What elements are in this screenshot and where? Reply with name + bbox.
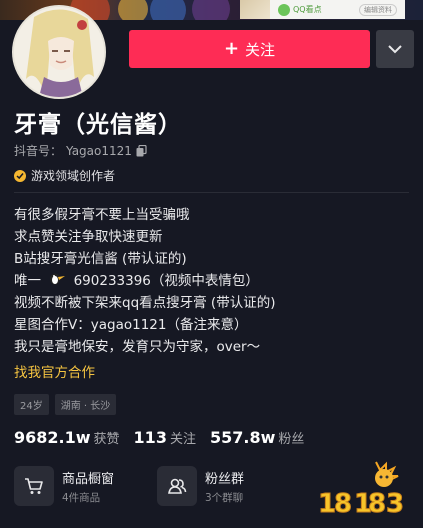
- stat-number: 557.8w: [209, 428, 276, 447]
- stat-following[interactable]: 113 关注: [134, 428, 196, 447]
- ad-brand: QQ看点: [293, 5, 322, 14]
- bio: 有很多假牙膏不要上当受骗哦 求点赞关注争取快速更新 B站搜牙膏光信酱 (带认证的…: [14, 204, 414, 358]
- creator-badge[interactable]: 游戏领域创作者: [14, 167, 115, 184]
- qq-logo-icon: [278, 3, 290, 16]
- bio-line: 星图合作V：yagao1121（备注来意）: [14, 317, 248, 333]
- bio-line: 视频不断被下架来qq看点搜牙膏 (带认证的): [14, 295, 276, 311]
- bio-line: 唯一 690233396（视频中表情包）: [14, 270, 414, 292]
- penguin-emoji-icon: [48, 270, 66, 292]
- douyin-id-row: 抖音号： Yagao1121: [14, 142, 147, 159]
- bio-line: 有很多假牙膏不要上当受骗哦: [14, 207, 190, 223]
- entry-title: 粉丝群: [205, 471, 245, 487]
- ad-thumbnail: [240, 0, 270, 19]
- official-cooperation-link[interactable]: 找我官方合作: [14, 361, 95, 381]
- entry-title: 商品橱窗: [62, 471, 115, 487]
- bio-line-prefix: 唯一: [14, 273, 41, 289]
- ad-link[interactable]: 编辑资料: [359, 3, 397, 16]
- entry-subtitle: 4件商品: [62, 491, 101, 504]
- stat-followers[interactable]: 557.8w 粉丝: [210, 428, 304, 447]
- avatar[interactable]: [12, 5, 106, 99]
- banner-ad[interactable]: QQ看点 编辑资料: [240, 0, 405, 19]
- profile-stats: 9682.1w 获赞 113 关注 557.8w 粉丝: [14, 428, 304, 447]
- stat-likes[interactable]: 9682.1w 获赞: [14, 428, 120, 447]
- creator-badge-label: 游戏领域创作者: [31, 169, 116, 183]
- location-tag: 湖南 · 长沙: [54, 394, 117, 415]
- svg-text:8: 8: [334, 489, 352, 519]
- avatar-illustration-icon: [14, 7, 104, 97]
- stat-label: 关注: [169, 432, 196, 447]
- bio-line: 求点赞关注争取快速更新: [14, 229, 163, 245]
- more-options-button[interactable]: [376, 30, 414, 68]
- fan-group-icon: [157, 466, 197, 506]
- bio-line: 我只是膏地保安，发育只为守家，over～: [14, 339, 261, 355]
- bio-line: B站搜牙膏光信酱 (带认证的): [14, 251, 187, 267]
- fan-group-entry[interactable]: 粉丝群 3个群聊: [157, 466, 244, 506]
- shopping-cart-icon: [14, 466, 54, 506]
- douyin-id-label: 抖音号：: [14, 144, 63, 158]
- follow-button[interactable]: + 关注: [129, 30, 370, 68]
- svg-text:3: 3: [386, 489, 404, 519]
- plus-icon: +: [223, 38, 240, 59]
- profile-tags: 24岁 湖南 · 长沙: [14, 394, 117, 415]
- stat-number: 9682.1w: [14, 428, 91, 447]
- divider: [14, 192, 409, 193]
- stat-label: 获赞: [93, 432, 120, 447]
- stat-label: 粉丝: [278, 432, 305, 447]
- svg-text:8: 8: [368, 489, 386, 519]
- profile-name: 牙膏（光信酱）: [14, 112, 182, 138]
- follow-button-label: 关注: [245, 40, 276, 59]
- copy-icon[interactable]: [136, 144, 147, 157]
- stat-number: 113: [133, 428, 167, 447]
- douyin-id-value: Yagao1121: [66, 143, 132, 158]
- chevron-down-icon: [388, 44, 402, 53]
- shop-window-entry[interactable]: 商品橱窗 4件商品: [14, 466, 114, 506]
- creator-badge-icon: [14, 169, 26, 182]
- site-watermark-logo: 1 8 1 8 3: [316, 458, 416, 520]
- entry-subtitle: 3个群聊: [205, 491, 244, 504]
- bio-line-text: 690233396（视频中表情包）: [73, 273, 259, 289]
- age-tag: 24岁: [14, 394, 49, 415]
